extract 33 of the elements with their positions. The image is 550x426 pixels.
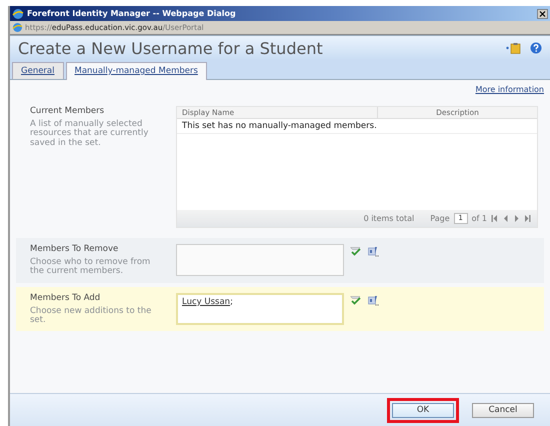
browse-icon[interactable] bbox=[368, 294, 379, 306]
more-information-link[interactable]: More information bbox=[475, 85, 544, 94]
section-title: Members To Add bbox=[30, 292, 102, 303]
first-page-icon[interactable] bbox=[491, 214, 498, 223]
last-page-icon[interactable] bbox=[524, 214, 531, 223]
page-label: Page bbox=[430, 214, 450, 223]
people-picker-field[interactable]: Lucy Ussan; bbox=[176, 292, 344, 325]
check-names-icon[interactable] bbox=[350, 246, 362, 256]
section-description: A list of manually selected resources that are currently saved in the set. bbox=[30, 120, 150, 148]
member-link[interactable]: Lucy Ussan bbox=[182, 296, 230, 307]
items-total: 0 items total bbox=[364, 214, 414, 223]
people-picker-field[interactable] bbox=[176, 244, 344, 276]
browser-icon bbox=[12, 8, 24, 20]
page-count: of 1 bbox=[472, 214, 487, 223]
help-icon[interactable] bbox=[530, 42, 542, 54]
separator: ; bbox=[230, 296, 233, 307]
check-names-icon[interactable] bbox=[350, 294, 362, 305]
previous-page-icon[interactable] bbox=[502, 214, 509, 223]
clipboard-icon[interactable] bbox=[506, 42, 522, 54]
tab[interactable]: General bbox=[12, 62, 64, 79]
tab[interactable]: Manually-managed Members bbox=[66, 62, 207, 80]
browser-icon bbox=[12, 22, 23, 33]
browse-icon[interactable] bbox=[368, 246, 379, 257]
section-description: Choose who to remove from the current members. bbox=[30, 258, 152, 277]
empty-message: This set has no manually-managed members. bbox=[177, 119, 537, 134]
section-description: Choose new additions to the set. bbox=[30, 306, 152, 326]
section-title: Current Members bbox=[30, 106, 106, 116]
close-icon[interactable] bbox=[537, 8, 548, 18]
window-title: Forefront Identity Manager -- Webpage Dialog bbox=[27, 9, 236, 18]
next-page-icon[interactable] bbox=[513, 214, 520, 223]
dialog-button[interactable]: Cancel bbox=[472, 402, 534, 418]
page-title: Create a New Username for a Student bbox=[18, 38, 324, 58]
section-title: Members To Remove bbox=[30, 244, 120, 254]
